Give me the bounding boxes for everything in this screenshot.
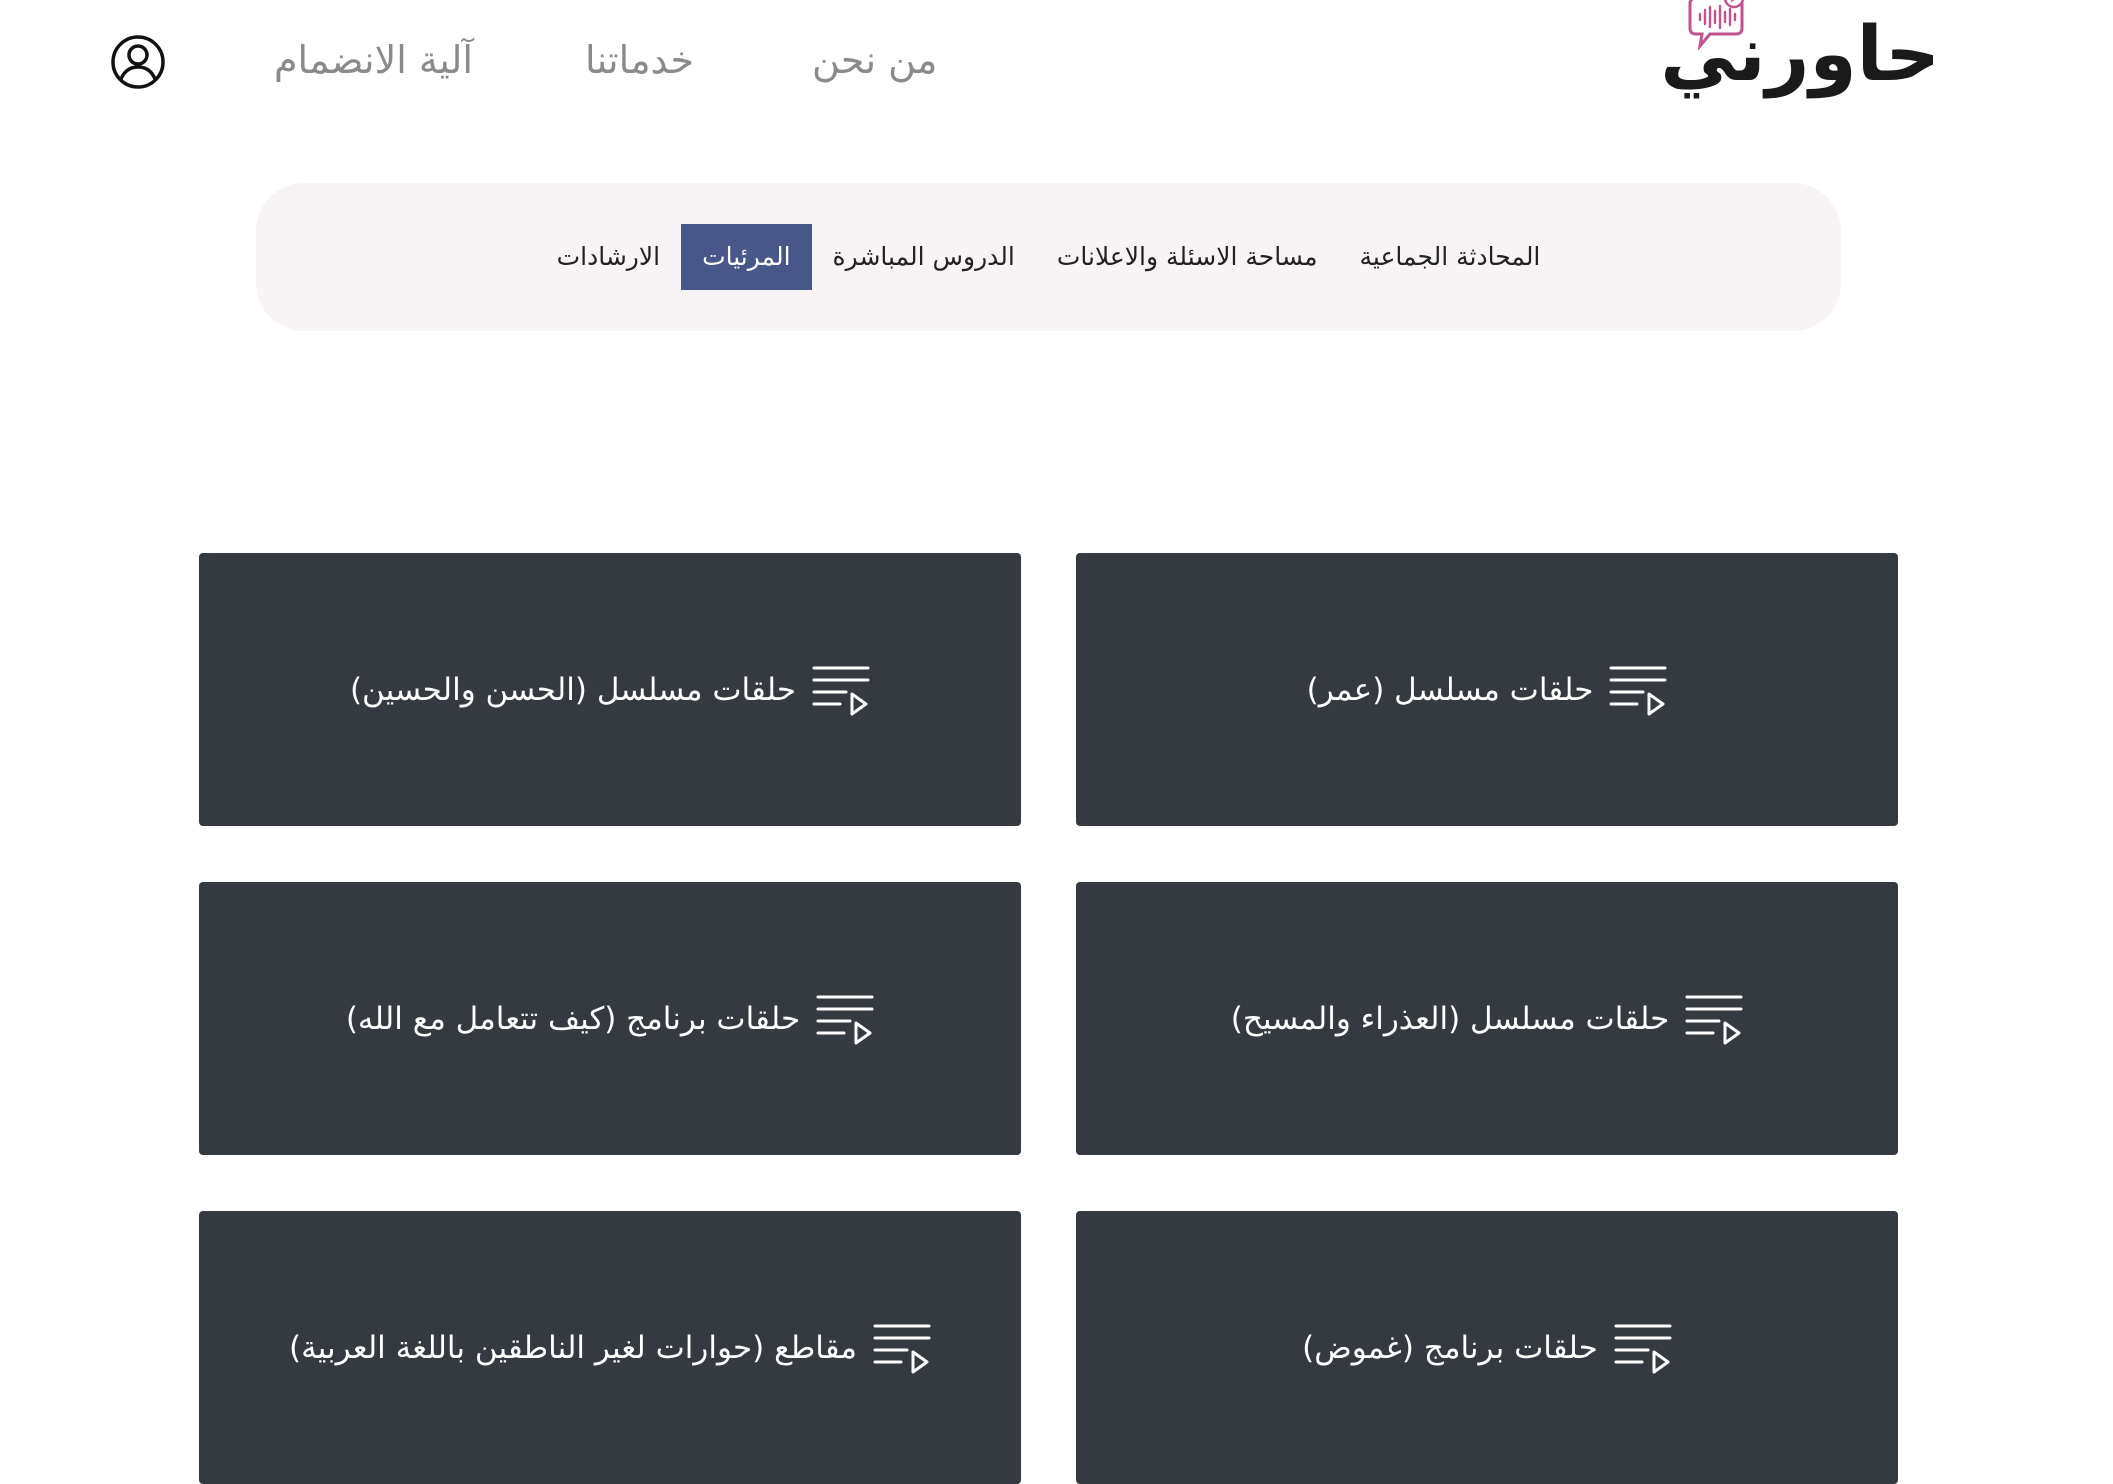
- user-account-icon[interactable]: [110, 34, 166, 90]
- tab-live-lessons[interactable]: الدروس المباشرة: [812, 224, 1036, 290]
- tab-questions-announcements[interactable]: مساحة الاسئلة والاعلانات: [1036, 224, 1339, 290]
- nav-join[interactable]: آلية الانضمام: [274, 30, 473, 90]
- category-tabs-panel: المحادثة الجماعية مساحة الاسئلة والاعلان…: [256, 183, 1841, 331]
- playlist-play-icon: [812, 666, 870, 715]
- video-series-card[interactable]: حلقات مسلسل (عمر): [1076, 553, 1898, 826]
- logo-wordmark: حاورني: [1660, 9, 1940, 98]
- video-series-card[interactable]: حلقات برنامج (كيف تتعامل مع الله): [199, 882, 1021, 1155]
- video-series-card[interactable]: حلقات برنامج (غموض): [1076, 1211, 1898, 1484]
- category-tabs: المحادثة الجماعية مساحة الاسئلة والاعلان…: [256, 224, 1841, 290]
- site-header: حاورني من نحن خدماتنا آلية الانضمام: [0, 0, 2113, 130]
- playlist-play-icon: [816, 995, 874, 1044]
- playlist-play-icon: [1685, 995, 1743, 1044]
- tab-group-chat[interactable]: المحادثة الجماعية: [1339, 224, 1562, 290]
- tab-guidance[interactable]: الارشادات: [536, 224, 681, 290]
- video-series-card[interactable]: مقاطع (حوارات لغير الناطقين باللغة العرب…: [199, 1211, 1021, 1484]
- card-title: حلقات مسلسل (الحسن والحسين): [349, 671, 797, 708]
- site-logo[interactable]: حاورني: [1660, 0, 1940, 115]
- card-title: حلقات برنامج (كيف تتعامل مع الله): [345, 1000, 801, 1037]
- playlist-play-icon: [873, 1324, 931, 1373]
- card-title: حلقات مسلسل (العذراء والمسيح): [1230, 1000, 1670, 1037]
- playlist-play-icon: [1614, 1324, 1672, 1373]
- card-title: حلقات برنامج (غموض): [1302, 1329, 1598, 1366]
- video-series-card[interactable]: حلقات مسلسل (الحسن والحسين): [199, 553, 1021, 826]
- card-title: مقاطع (حوارات لغير الناطقين باللغة العرب…: [288, 1329, 858, 1366]
- video-series-card[interactable]: حلقات مسلسل (العذراء والمسيح): [1076, 882, 1898, 1155]
- tab-videos[interactable]: المرئيات: [681, 224, 812, 290]
- nav-about[interactable]: من نحن: [812, 30, 937, 90]
- nav-services[interactable]: خدماتنا: [585, 30, 694, 90]
- playlist-play-icon: [1609, 666, 1667, 715]
- card-title: حلقات مسلسل (عمر): [1306, 671, 1594, 708]
